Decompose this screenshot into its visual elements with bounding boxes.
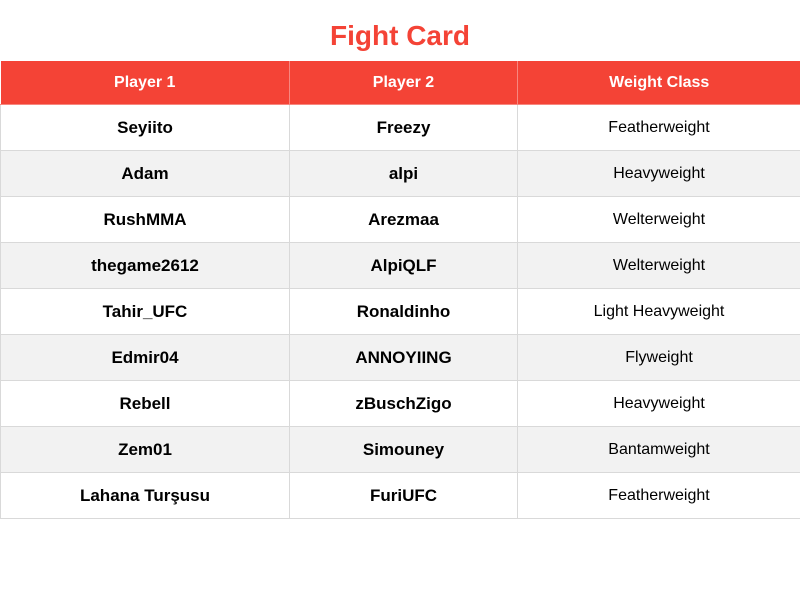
weight-class-cell: Heavyweight: [517, 380, 800, 427]
page-title: Fight Card: [330, 20, 470, 51]
player-1-cell: Rebell: [0, 380, 290, 427]
table-row: RushMMA Arezmaa Welterweight: [0, 196, 800, 243]
page: Fight Card Player 1 Player 2 Weight Clas…: [0, 0, 800, 600]
table-row: Tahir_UFC Ronaldinho Light Heavyweight: [0, 288, 800, 335]
player-1-cell: Tahir_UFC: [0, 288, 290, 335]
table-row: Rebell zBuschZigo Heavyweight: [0, 380, 800, 427]
table-row: Lahana Turşusu FuriUFC Featherweight: [0, 472, 800, 519]
table-header-row: Player 1 Player 2 Weight Class: [0, 61, 800, 105]
header-weight-class: Weight Class: [517, 61, 800, 105]
player-2-cell: ANNOYIING: [289, 334, 518, 381]
header-player-2: Player 2: [289, 61, 518, 105]
player-2-cell: Arezmaa: [289, 196, 518, 243]
player-1-cell: Adam: [0, 150, 290, 197]
player-1-cell: Edmir04: [0, 334, 290, 381]
weight-class-cell: Heavyweight: [517, 150, 800, 197]
weight-class-cell: Light Heavyweight: [517, 288, 800, 335]
player-2-cell: Freezy: [289, 104, 518, 151]
weight-class-cell: Featherweight: [517, 472, 800, 519]
weight-class-cell: Featherweight: [517, 104, 800, 151]
table-row: Edmir04 ANNOYIING Flyweight: [0, 334, 800, 381]
weight-class-cell: Bantamweight: [517, 426, 800, 473]
player-2-cell: Simouney: [289, 426, 518, 473]
player-1-cell: RushMMA: [0, 196, 290, 243]
table-row: Zem01 Simouney Bantamweight: [0, 426, 800, 473]
player-2-cell: zBuschZigo: [289, 380, 518, 427]
table-row: Adam alpi Heavyweight: [0, 150, 800, 197]
player-2-cell: Ronaldinho: [289, 288, 518, 335]
player-1-cell: Lahana Turşusu: [0, 472, 290, 519]
fight-card-table: Player 1 Player 2 Weight Class Seyiito F…: [0, 61, 800, 519]
weight-class-cell: Welterweight: [517, 196, 800, 243]
player-1-cell: Seyiito: [0, 104, 290, 151]
player-1-cell: Zem01: [0, 426, 290, 473]
header-player-1: Player 1: [0, 61, 290, 105]
weight-class-cell: Flyweight: [517, 334, 800, 381]
player-2-cell: alpi: [289, 150, 518, 197]
table-row: Seyiito Freezy Featherweight: [0, 104, 800, 151]
weight-class-cell: Welterweight: [517, 242, 800, 289]
player-1-cell: thegame2612: [0, 242, 290, 289]
table-row: thegame2612 AlpiQLF Welterweight: [0, 242, 800, 289]
player-2-cell: AlpiQLF: [289, 242, 518, 289]
player-2-cell: FuriUFC: [289, 472, 518, 519]
